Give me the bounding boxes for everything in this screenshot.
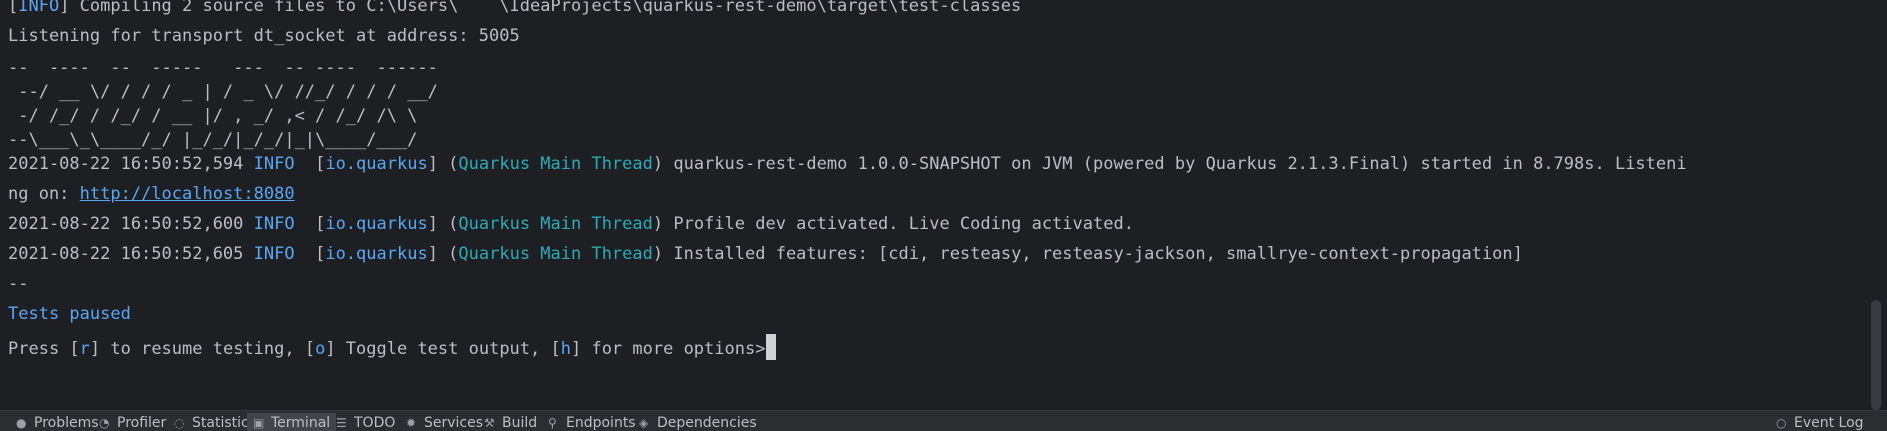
terminal-output[interactable]: [INFO] Compiling 2 source files to C:\Us… bbox=[0, 0, 1860, 410]
statistic-icon: ◌ bbox=[174, 416, 185, 430]
tab-profiler[interactable]: ◔ Profiler bbox=[93, 413, 172, 431]
log-line-profile: 2021-08-22 16:50:52,600 INFO [io.quarkus… bbox=[8, 214, 1134, 234]
tab-services[interactable]: ✹ Services bbox=[400, 413, 489, 431]
banner-line: -/ /_/ / /_/ / __ |/ , _/ ,< / /_/ /\ \ bbox=[8, 106, 438, 126]
separator-line: -- bbox=[8, 274, 29, 294]
vertical-scrollbar[interactable] bbox=[1859, 0, 1887, 410]
text-cursor bbox=[766, 334, 777, 360]
quarkus-banner: -- ---- -- ----- --- -- ---- ------ --/ … bbox=[8, 56, 1687, 152]
banner-line: --\___\_\____/_/ |_/_/|_/_/|_|\____/___/ bbox=[8, 130, 438, 150]
tab-endpoints[interactable]: ⚲ Endpoints bbox=[542, 413, 642, 431]
banner-line: -- ---- -- ----- --- -- ---- ------ bbox=[8, 58, 438, 78]
tab-problems[interactable]: ● Problems bbox=[10, 413, 105, 431]
tab-terminal[interactable]: ▣ Terminal bbox=[247, 413, 337, 431]
dependencies-icon: ◈ bbox=[639, 416, 649, 430]
log-line-started: 2021-08-22 16:50:52,594 INFO [io.quarkus… bbox=[8, 154, 1687, 174]
tab-build[interactable]: ⚒ Build bbox=[478, 413, 543, 431]
log-line-features: 2021-08-22 16:50:52,605 INFO [io.quarkus… bbox=[8, 244, 1523, 264]
debug-listen-line: Listening for transport dt_socket at add… bbox=[8, 26, 520, 46]
hammer-icon: ⚒ bbox=[484, 416, 495, 430]
tab-event-log[interactable]: ○ Event Log bbox=[1770, 413, 1870, 431]
banner-line: --/ __ \/ / / / _ | / _ \/ //_/ / / / __… bbox=[8, 82, 438, 102]
list-icon: ☰ bbox=[336, 416, 347, 430]
tab-dependencies[interactable]: ◈ Dependencies bbox=[633, 413, 763, 431]
info-level: INFO bbox=[18, 0, 60, 16]
localhost-link[interactable]: http://localhost:8080 bbox=[80, 184, 295, 204]
compile-line: [INFO] Compiling 2 source files to C:\Us… bbox=[8, 0, 1687, 26]
services-icon: ✹ bbox=[406, 416, 417, 430]
problems-icon: ● bbox=[16, 416, 27, 430]
tab-statistic[interactable]: ◌ Statistic bbox=[168, 413, 255, 431]
terminal-icon: ▣ bbox=[253, 416, 265, 430]
event-log-icon: ○ bbox=[1776, 416, 1787, 430]
endpoints-icon: ⚲ bbox=[548, 416, 557, 430]
tool-window-bar: ● Problems ◔ Profiler ◌ Statistic ▣ Terminal… bbox=[0, 410, 1887, 431]
tests-paused-line: Tests paused bbox=[8, 304, 131, 324]
tab-todo[interactable]: ☰ TODO bbox=[330, 413, 401, 431]
log-line-continuation: ng on: http://localhost:8080 bbox=[8, 184, 295, 204]
scrollbar-thumb[interactable] bbox=[1871, 300, 1881, 410]
profiler-icon: ◔ bbox=[99, 416, 110, 430]
prompt-line[interactable]: Press [r] to resume testing, [o] Toggle … bbox=[8, 334, 1687, 364]
